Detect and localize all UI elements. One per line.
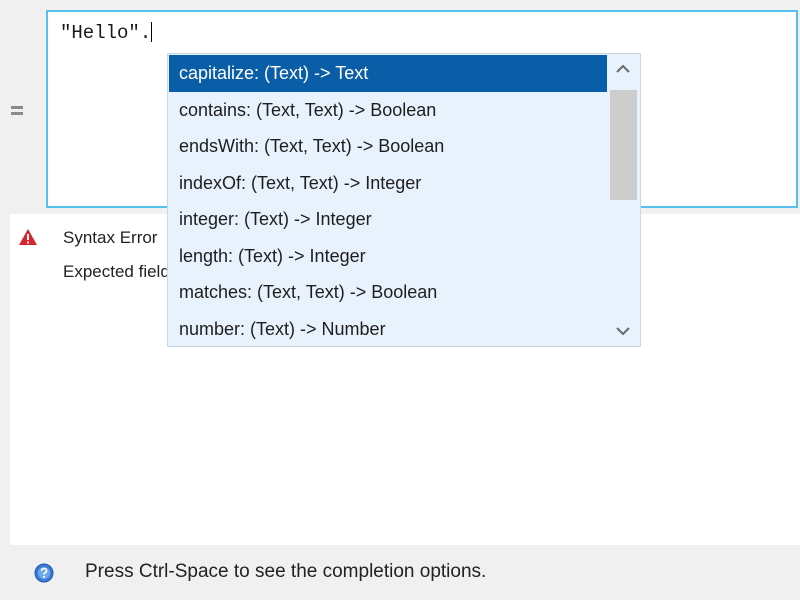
status-bar: Press Ctrl-Space to see the completion o…	[0, 545, 800, 600]
text-caret	[151, 22, 153, 42]
completion-item[interactable]: indexOf: (Text, Text) -> Integer	[169, 165, 607, 202]
completion-item[interactable]: capitalize: (Text) -> Text	[169, 55, 607, 92]
completion-item[interactable]: endsWith: (Text, Text) -> Boolean	[169, 128, 607, 165]
completion-item[interactable]: number: (Text) -> Number	[169, 311, 607, 347]
editor-text[interactable]: "Hello".	[60, 22, 153, 44]
completion-list[interactable]: capitalize: (Text) -> Text contains: (Te…	[169, 55, 607, 347]
completion-item[interactable]: matches: (Text, Text) -> Boolean	[169, 274, 607, 311]
completion-item[interactable]: integer: (Text) -> Integer	[169, 201, 607, 238]
left-rail	[0, 0, 10, 545]
completion-popup[interactable]: capitalize: (Text) -> Text contains: (Te…	[167, 53, 641, 347]
completion-item[interactable]: length: (Text) -> Integer	[169, 238, 607, 275]
chevron-down-icon[interactable]	[613, 322, 633, 340]
help-icon	[34, 563, 54, 583]
warning-icon	[18, 228, 38, 246]
scroll-thumb[interactable]	[610, 90, 637, 200]
error-title: Syntax Error	[63, 228, 158, 247]
chevron-up-icon[interactable]	[613, 60, 633, 78]
completion-scrollbar[interactable]	[607, 54, 640, 346]
equals-icon	[10, 104, 26, 118]
status-message: Press Ctrl-Space to see the completion o…	[85, 561, 487, 582]
editor-content: "Hello".	[60, 22, 152, 44]
completion-item[interactable]: contains: (Text, Text) -> Boolean	[169, 92, 607, 129]
expression-editor-window: "Hello". Syntax Error Expected field or …	[0, 0, 800, 600]
